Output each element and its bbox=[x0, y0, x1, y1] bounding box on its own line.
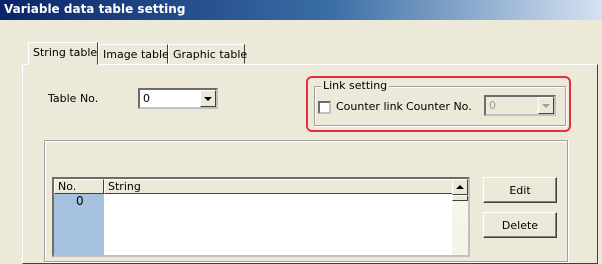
tab-string-table[interactable]: String table bbox=[28, 42, 98, 65]
chevron-down-icon bbox=[204, 96, 212, 101]
window-title: Variable data table setting bbox=[4, 2, 186, 16]
tab-image-table[interactable]: Image table bbox=[98, 44, 169, 64]
row-no-cell[interactable]: 0 bbox=[76, 194, 84, 208]
counter-no-label: Counter No. bbox=[406, 100, 472, 113]
counter-link-checkbox[interactable] bbox=[318, 101, 331, 114]
scroll-up-button[interactable] bbox=[452, 179, 468, 195]
counter-link-label: Counter link bbox=[336, 100, 403, 113]
dialog-window: Variable data table setting String table… bbox=[0, 0, 602, 264]
counter-no-select[interactable]: 0 bbox=[484, 95, 556, 116]
tab-graphic-table[interactable]: Graphic table bbox=[168, 44, 247, 64]
chevron-down-icon bbox=[542, 103, 550, 108]
title-bar[interactable]: Variable data table setting bbox=[0, 0, 602, 20]
table-no-value: 0 bbox=[143, 92, 150, 105]
column-header-string[interactable]: String bbox=[104, 179, 456, 194]
column-header-no[interactable]: No. bbox=[54, 179, 104, 194]
dropdown-button-disabled[interactable] bbox=[538, 97, 554, 114]
scroll-thumb[interactable] bbox=[452, 195, 468, 201]
table-no-select[interactable]: 0 bbox=[138, 88, 218, 109]
arrow-up-icon bbox=[456, 185, 464, 189]
edit-button[interactable]: Edit bbox=[483, 177, 557, 203]
dropdown-button[interactable] bbox=[200, 90, 216, 107]
string-list[interactable]: No. String 0 bbox=[52, 177, 470, 257]
delete-button[interactable]: Delete bbox=[483, 212, 557, 238]
counter-no-value: 0 bbox=[489, 99, 496, 112]
vertical-scrollbar[interactable] bbox=[452, 179, 468, 255]
table-no-label: Table No. bbox=[48, 92, 99, 105]
link-setting-legend: Link setting bbox=[321, 79, 390, 92]
